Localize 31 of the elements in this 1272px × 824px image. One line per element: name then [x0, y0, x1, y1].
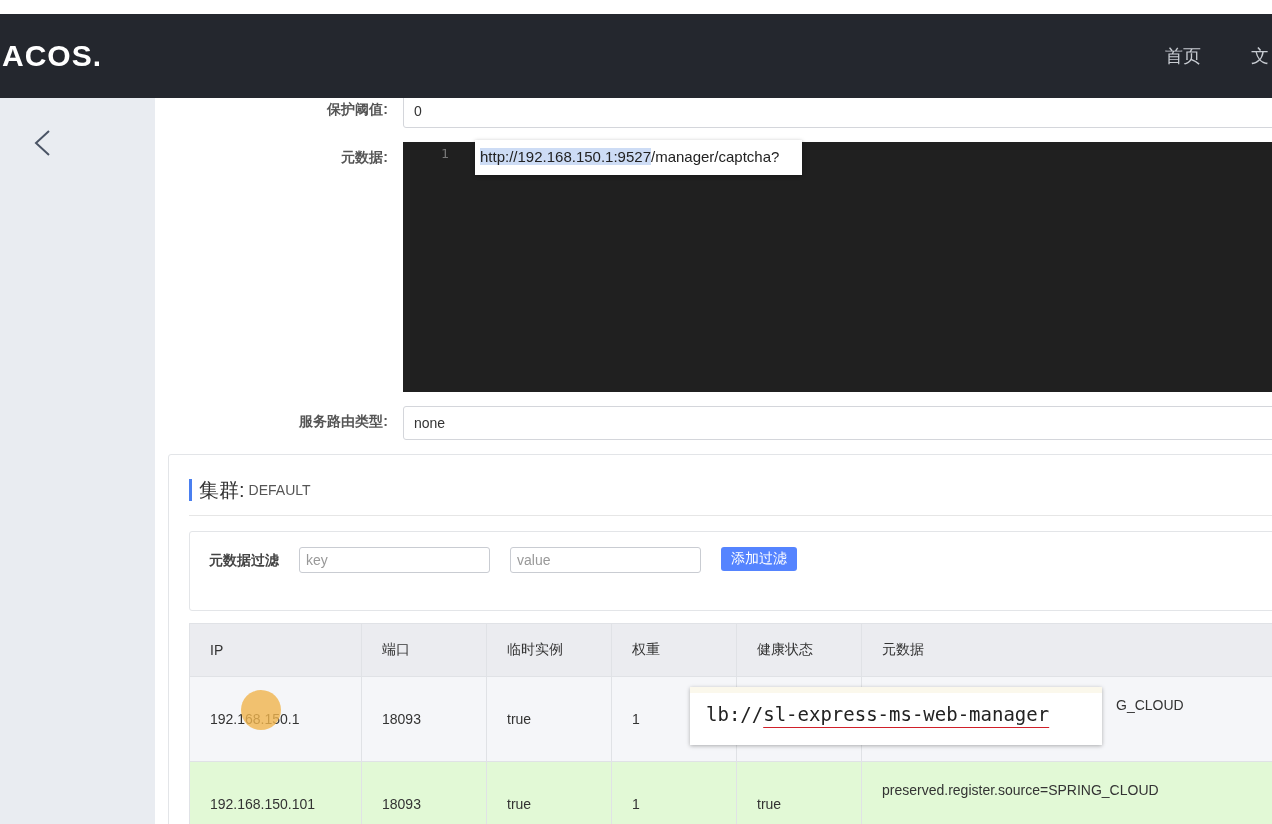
column-header: 健康状态: [736, 623, 862, 677]
logo: ACOS.: [2, 39, 102, 73]
code-popup: lb://sl-express-ms-web-manager: [690, 687, 1102, 745]
nav-link[interactable]: 首页: [1165, 44, 1201, 68]
column-header: 权重: [611, 623, 737, 677]
back-icon[interactable]: [34, 130, 50, 156]
nav-link[interactable]: 文: [1251, 44, 1269, 68]
table-cell: 192.168.150.101: [189, 761, 362, 824]
url-popup: http://192.168.150.1:9527/manager/captcha?: [475, 140, 802, 175]
cluster-name: DEFAULT: [248, 482, 311, 498]
column-header: 临时实例: [486, 623, 612, 677]
table-cell: preserved.register.source=SPRING_CLOUD: [861, 761, 1272, 824]
input-field[interactable]: 0: [403, 98, 1272, 128]
key-field[interactable]: key: [299, 547, 490, 573]
table-cell: 1: [611, 761, 737, 824]
filter-label: 元数据过滤: [209, 551, 279, 570]
field-label: 元数据:: [340, 148, 389, 167]
cluster-title: 集群:: [199, 477, 245, 503]
input-field[interactable]: none: [403, 406, 1272, 440]
field-label: 保护阈值:: [326, 100, 389, 119]
table-cell: true: [736, 761, 862, 824]
column-header: IP: [189, 623, 362, 677]
table-cell: 18093: [361, 676, 487, 762]
table-cell: true: [486, 676, 612, 762]
value-field[interactable]: value: [510, 547, 701, 573]
table-cell: true: [486, 761, 612, 824]
column-header: 元数据: [861, 623, 1272, 677]
line-number: 1: [441, 146, 449, 161]
field-label: 服务路由类型:: [298, 412, 389, 431]
column-header: 端口: [361, 623, 487, 677]
table-cell: 18093: [361, 761, 487, 824]
